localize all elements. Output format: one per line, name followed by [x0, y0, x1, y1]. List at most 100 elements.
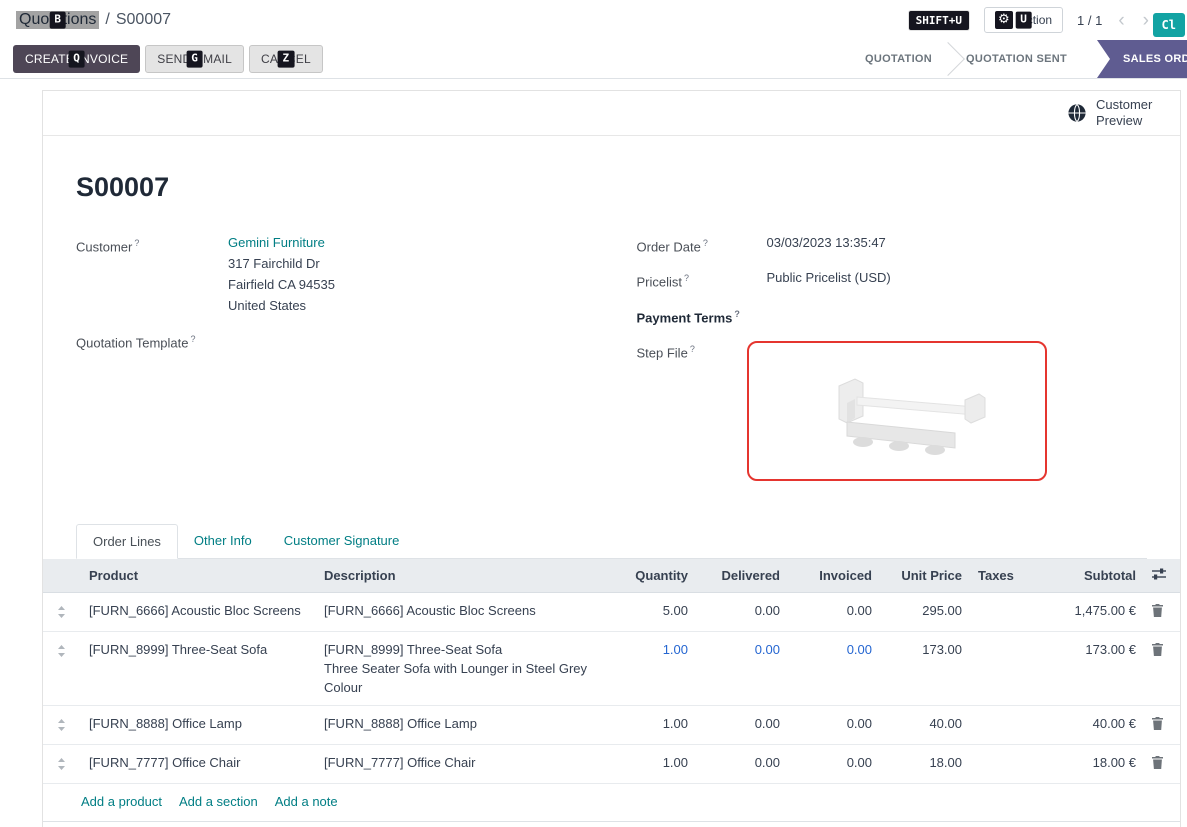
cell-invoiced[interactable]: 0.00	[788, 592, 880, 631]
cell-product[interactable]: [FURN_6666] Acoustic Bloc Screens	[81, 592, 316, 631]
hint-badge-create-invoice: Q	[68, 51, 85, 68]
cell-taxes[interactable]	[970, 592, 1026, 631]
table-row[interactable]: [FURN_8999] Three-Seat Sofa [FURN_8999] …	[43, 631, 1180, 705]
step-file-image[interactable]	[747, 341, 1047, 481]
cell-invoiced[interactable]: 0.00	[788, 705, 880, 744]
shortcut-chip-shift-u: SHIFT+U	[908, 10, 970, 31]
table-footer-links: Add a product Add a section Add a note	[43, 784, 1180, 822]
cell-taxes[interactable]	[970, 744, 1026, 783]
description-line1: [FURN_8999] Three-Seat Sofa	[324, 640, 600, 659]
pager-next-icon[interactable]: ›	[1141, 11, 1151, 30]
header-quantity[interactable]: Quantity	[608, 559, 696, 593]
customer-address-line1: 317 Fairchild Dr	[228, 253, 335, 274]
delete-row-icon[interactable]	[1144, 705, 1180, 744]
cell-delivered[interactable]: 0.00	[696, 744, 788, 783]
status-step-sales-order-active[interactable]: SALES ORDER	[1097, 40, 1187, 78]
cell-product[interactable]: [FURN_8888] Office Lamp	[81, 705, 316, 744]
send-email-button[interactable]: SEND EMAIL G	[145, 45, 244, 73]
right-field-group: Order Date? 03/03/2023 13:35:47 Pricelis…	[637, 233, 1148, 492]
cell-quantity[interactable]: 1.00	[608, 744, 696, 783]
breadcrumb: Quotations B / S00007	[16, 11, 171, 29]
cell-description[interactable]: [FURN_7777] Office Chair	[316, 744, 608, 783]
pricelist-label-text: Pricelist	[637, 275, 683, 290]
cell-description[interactable]: [FURN_6666] Acoustic Bloc Screens	[316, 592, 608, 631]
delete-row-icon[interactable]	[1144, 744, 1180, 783]
header-description[interactable]: Description	[316, 559, 608, 593]
hint-badge-breadcrumb: B	[49, 12, 66, 29]
header-product[interactable]: Product	[81, 559, 316, 593]
customer-link[interactable]: Gemini Furniture	[228, 235, 325, 250]
header-handle	[43, 559, 81, 593]
table-row[interactable]: [FURN_6666] Acoustic Bloc Screens [FURN_…	[43, 592, 1180, 631]
cell-taxes[interactable]	[970, 631, 1026, 705]
header-delivered[interactable]: Delivered	[696, 559, 788, 593]
field-pricelist: Pricelist? Public Pricelist (USD)	[637, 268, 1148, 292]
cell-delivered[interactable]: 0.00	[696, 631, 788, 705]
pricelist-label: Pricelist?	[637, 268, 767, 292]
add-a-product-link[interactable]: Add a product	[81, 794, 162, 809]
cell-description[interactable]: [FURN_8999] Three-Seat Sofa Three Seater…	[316, 631, 608, 705]
form-sheet: Customer Preview S00007 Customer? Gemini…	[42, 90, 1181, 827]
cell-product[interactable]: [FURN_8999] Three-Seat Sofa	[81, 631, 316, 705]
delete-row-icon[interactable]	[1144, 592, 1180, 631]
table-row[interactable]: [FURN_7777] Office Chair [FURN_7777] Off…	[43, 744, 1180, 783]
cancel-button[interactable]: CANCEL Z	[249, 45, 323, 73]
order-date-label: Order Date?	[637, 233, 767, 257]
pricelist-value[interactable]: Public Pricelist (USD)	[767, 268, 891, 292]
field-grid: Customer? Gemini Furniture 317 Fairchild…	[76, 233, 1147, 492]
customer-preview-link[interactable]: Customer Preview	[1096, 97, 1162, 130]
delete-row-icon[interactable]	[1144, 631, 1180, 705]
help-marker-icon: ?	[134, 238, 139, 248]
header-invoiced[interactable]: Invoiced	[788, 559, 880, 593]
quotation-template-label: Quotation Template?	[76, 329, 228, 353]
cell-description[interactable]: [FURN_8888] Office Lamp	[316, 705, 608, 744]
cell-delivered[interactable]: 0.00	[696, 592, 788, 631]
help-marker-icon: ?	[734, 309, 740, 319]
cell-subtotal: 18.00 €	[1026, 744, 1144, 783]
add-a-note-link[interactable]: Add a note	[275, 794, 338, 809]
customer-value: Gemini Furniture 317 Fairchild Dr Fairfi…	[228, 233, 335, 316]
cell-delivered[interactable]: 0.00	[696, 705, 788, 744]
action-menu-button[interactable]: ⚙ Action U	[984, 7, 1063, 33]
header-unit-price[interactable]: Unit Price	[880, 559, 970, 593]
cell-taxes[interactable]	[970, 705, 1026, 744]
status-step-quotation-sent[interactable]: QUOTATION SENT	[946, 40, 1087, 78]
create-invoice-button[interactable]: CREATE INVOICE Q	[13, 45, 140, 73]
cell-invoiced[interactable]: 0.00	[788, 744, 880, 783]
drag-handle-icon[interactable]	[43, 631, 81, 705]
cell-unit-price[interactable]: 173.00	[880, 631, 970, 705]
drag-handle-icon[interactable]	[43, 744, 81, 783]
description-line1: [FURN_7777] Office Chair	[324, 753, 600, 772]
tab-other-info[interactable]: Other Info	[178, 524, 268, 558]
description-line2: Three Seater Sofa with Lounger in Steel …	[324, 659, 600, 697]
table-row[interactable]: [FURN_8888] Office Lamp [FURN_8888] Offi…	[43, 705, 1180, 744]
header-taxes[interactable]: Taxes	[970, 559, 1026, 593]
drag-handle-icon[interactable]	[43, 705, 81, 744]
drag-handle-icon[interactable]	[43, 592, 81, 631]
help-marker-icon: ?	[191, 334, 196, 344]
hint-badge-close[interactable]: Cl	[1153, 13, 1185, 37]
tab-customer-signature[interactable]: Customer Signature	[268, 524, 416, 558]
add-a-section-link[interactable]: Add a section	[179, 794, 258, 809]
description-line1: [FURN_8888] Office Lamp	[324, 714, 600, 733]
order-date-value[interactable]: 03/03/2023 13:35:47	[767, 233, 886, 257]
field-order-date: Order Date? 03/03/2023 13:35:47	[637, 233, 1148, 257]
description-line1: [FURN_6666] Acoustic Bloc Screens	[324, 601, 600, 620]
order-date-label-text: Order Date	[637, 239, 701, 254]
cell-unit-price[interactable]: 18.00	[880, 744, 970, 783]
cell-invoiced[interactable]: 0.00	[788, 631, 880, 705]
sheet-top-bar: Customer Preview	[43, 91, 1180, 136]
header-optional-columns[interactable]	[1144, 559, 1180, 593]
breadcrumb-parent-quotations[interactable]: Quotations B	[16, 11, 99, 29]
cell-product[interactable]: [FURN_7777] Office Chair	[81, 744, 316, 783]
cell-quantity[interactable]: 1.00	[608, 631, 696, 705]
pager-previous-icon[interactable]: ‹	[1116, 11, 1126, 30]
cell-quantity[interactable]: 1.00	[608, 705, 696, 744]
cell-unit-price[interactable]: 40.00	[880, 705, 970, 744]
optional-columns-icon[interactable]	[1152, 568, 1166, 580]
hint-badge-action: U	[1015, 12, 1032, 29]
header-subtotal[interactable]: Subtotal	[1026, 559, 1144, 593]
cell-unit-price[interactable]: 295.00	[880, 592, 970, 631]
tab-order-lines[interactable]: Order Lines	[76, 524, 178, 559]
cell-quantity[interactable]: 5.00	[608, 592, 696, 631]
